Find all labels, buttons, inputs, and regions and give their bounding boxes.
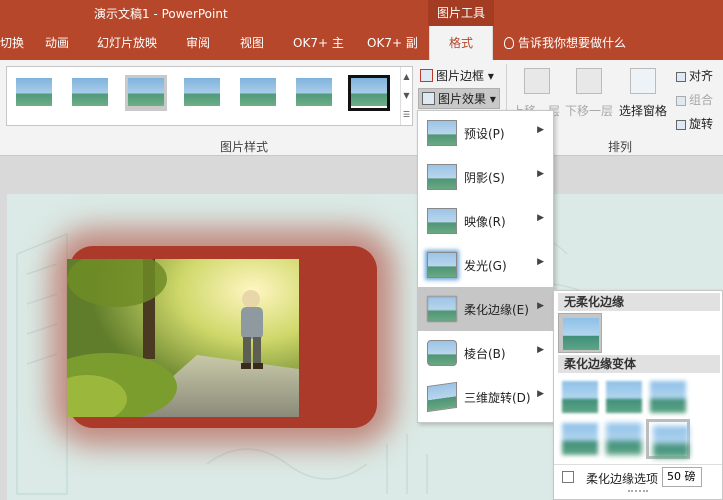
send-backward-icon [576,68,602,94]
menu-item-label: 棱台(B) [464,347,506,361]
document-title: 演示文稿1 - PowerPoint [94,7,228,21]
arrange-group-label: 排列 [608,140,633,154]
tab-view[interactable]: 视图 [240,26,264,60]
tab-slideshow[interactable]: 幻灯片放映 [97,26,157,60]
menu-item-label: 映像(R) [464,215,506,229]
align-icon [676,72,686,82]
tell-me-box[interactable]: 告诉我你想要做什么 [504,26,626,60]
chevron-right-icon: ▶ [537,301,544,311]
tab-ok7-main[interactable]: OK7+ 主 [293,26,344,60]
menu-item-preset[interactable]: 预设(P) ▶ [418,111,553,155]
soft-edge-5pt[interactable] [646,377,690,417]
soft-edge-10pt[interactable] [558,419,602,459]
soft-edge-variations-header: 柔化边缘变体 [558,355,720,373]
picture-styles-group-label: 图片样式 [220,140,269,154]
bevel-icon [427,340,457,366]
menu-item-label: 发光(G) [464,259,507,273]
soft-edge-options-label[interactable]: 柔化边缘选项 [586,470,658,487]
chevron-right-icon: ▶ [537,345,544,355]
group-button[interactable]: 组合 [676,91,713,108]
scroll-up-icon[interactable]: ▲ [401,67,412,86]
resize-grip[interactable] [628,490,648,496]
tab-review[interactable]: 审阅 [186,26,210,60]
style-thumb-4[interactable] [181,75,223,111]
soft-edge-options-checkbox[interactable] [562,471,574,483]
tab-animations[interactable]: 动画 [45,26,69,60]
menu-item-shadow[interactable]: 阴影(S) ▶ [418,155,553,199]
menu-item-glow[interactable]: 发光(G) ▶ [418,243,553,287]
picture-styles-gallery: ▲ ▼ ☰ [6,66,413,126]
menu-item-label: 阴影(S) [464,171,505,185]
rotate-icon [676,120,686,130]
chevron-right-icon: ▶ [537,169,544,179]
ribbon: ▲ ▼ ☰ 图片边框 ▾ 图片效果 ▾ 图片样式 上移一层 下移一层 选择窗格 … [0,60,723,156]
chevron-right-icon: ▶ [537,125,544,135]
soft-edge-50pt[interactable] [646,419,690,459]
picture-effects-icon [422,92,435,105]
ribbon-tabs: 切换 动画 幻灯片放映 审阅 视图 OK7+ 主 OK7+ 副 格式 告诉我你想… [0,26,723,60]
selected-picture[interactable] [67,259,299,417]
scroll-down-icon[interactable]: ▼ [401,86,412,105]
menu-item-3d-rotation[interactable]: 三维旋转(D) ▶ [418,375,553,419]
title-bar: 演示文稿1 - PowerPoint 图片工具 [0,0,723,26]
selection-pane-button[interactable]: 选择窗格 [619,102,667,119]
picture-border-icon [420,69,433,82]
lightbulb-icon [504,37,514,49]
soft-edge-size-field[interactable]: 50 磅 [662,467,702,487]
shadow-icon [427,164,457,190]
soft-edge-25pt[interactable] [602,419,646,459]
picture-border-label: 图片边框 [436,69,485,83]
no-soft-edges-header: 无柔化边缘 [558,293,720,311]
gallery-scroll[interactable]: ▲ ▼ ☰ [400,67,412,125]
child-walking-photo [67,259,299,417]
soft-edges-icon [427,296,457,322]
send-backward-button[interactable]: 下移一层 [565,102,613,119]
menu-item-reflection[interactable]: 映像(R) ▶ [418,199,553,243]
tab-transitions[interactable]: 切换 [0,26,24,60]
soft-edge-none[interactable] [558,313,602,353]
chevron-right-icon: ▶ [537,257,544,267]
style-thumb-3[interactable] [125,75,167,111]
style-thumb-2[interactable] [69,75,111,111]
style-thumb-5[interactable] [237,75,279,111]
chevron-right-icon: ▶ [537,213,544,223]
menu-item-label: 柔化边缘(E) [464,303,529,317]
glow-icon [427,252,457,278]
3d-rotation-icon [427,381,457,413]
soft-edge-1pt[interactable] [558,377,602,417]
picture-border-button[interactable]: 图片边框 ▾ [420,67,494,84]
style-thumb-6[interactable] [293,75,335,111]
style-thumb-7[interactable] [348,75,390,111]
soft-edges-submenu: 无柔化边缘 柔化边缘变体 柔化边缘选项 50 磅 [553,290,723,500]
soft-edge-2pt[interactable] [602,377,646,417]
bring-forward-icon [524,68,550,94]
menu-item-label: 预设(P) [464,127,505,141]
picture-effects-menu: 预设(P) ▶ 阴影(S) ▶ 映像(R) ▶ 发光(G) ▶ 柔化边缘(E) … [417,110,554,423]
rotate-label: 旋转 [689,117,714,131]
chevron-right-icon: ▶ [537,389,544,399]
soft-edge-options-row: 柔化边缘选项 50 磅 [554,464,722,490]
preset-icon [427,120,457,146]
menu-item-label: 三维旋转(D) [464,391,531,405]
reflection-icon [427,208,457,234]
group-icon [676,96,686,106]
tab-ok7-sub[interactable]: OK7+ 副 [367,26,418,60]
tell-me-text: 告诉我你想要做什么 [518,36,627,50]
picture-tools-context-label: 图片工具 [428,0,494,26]
rotate-button[interactable]: 旋转 [676,115,713,132]
picture-effects-button[interactable]: 图片效果 ▾ [418,88,500,109]
group-label: 组合 [689,93,714,107]
gallery-more-icon[interactable]: ☰ [401,105,412,124]
selection-pane-icon [630,68,656,94]
align-label: 对齐 [689,69,714,83]
picture-effects-label: 图片效果 [438,92,487,106]
menu-item-bevel[interactable]: 棱台(B) ▶ [418,331,553,375]
tab-format[interactable]: 格式 [429,26,493,60]
style-thumb-1[interactable] [13,75,55,111]
align-button[interactable]: 对齐 [676,67,713,84]
menu-item-soft-edges[interactable]: 柔化边缘(E) ▶ [418,287,553,331]
